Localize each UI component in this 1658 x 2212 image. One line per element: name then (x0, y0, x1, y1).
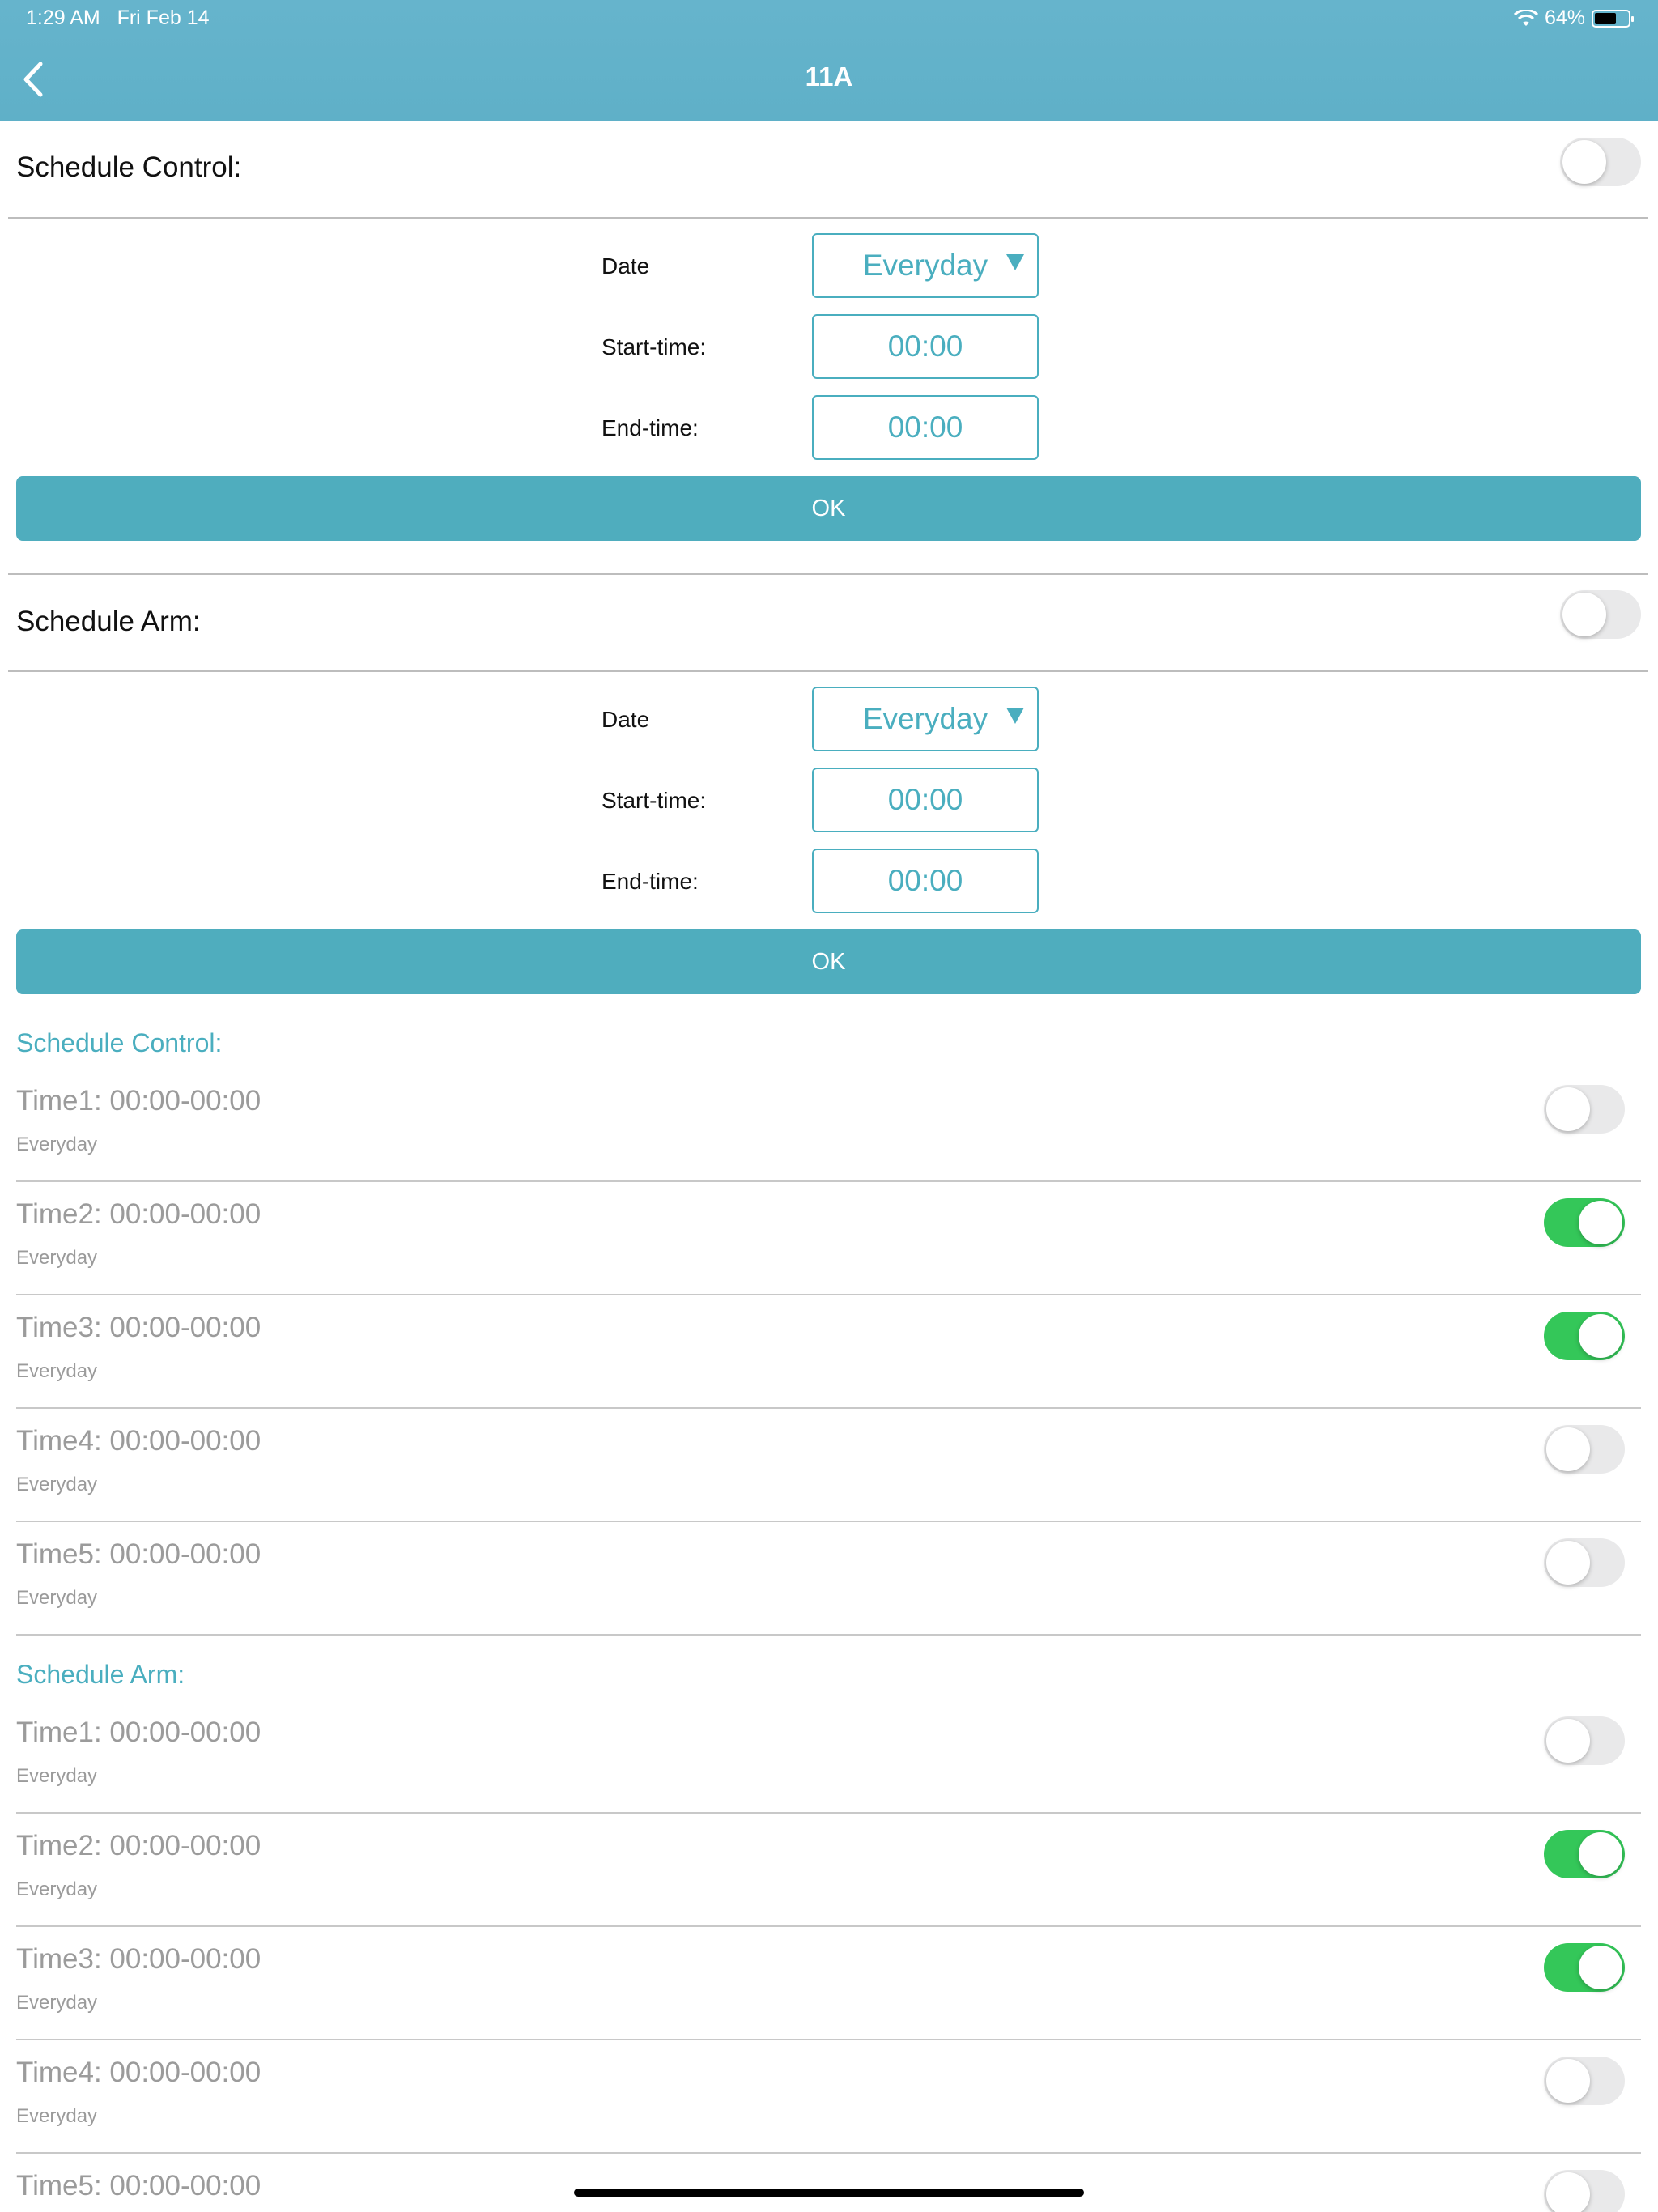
divider (16, 1407, 1641, 1409)
time-title: Time3: 00:00-00:00 (16, 1943, 261, 1975)
divider (8, 670, 1648, 672)
time-title: Time2: 00:00-00:00 (16, 1198, 261, 1230)
status-right: 64% (1513, 6, 1634, 30)
divider (16, 1294, 1641, 1295)
schedule-control-label: Schedule Control: (16, 151, 242, 183)
arm-time1-toggle[interactable] (1544, 1716, 1625, 1765)
start-time-label: Start-time: (602, 788, 707, 813)
time-repeat: Everyday (16, 2105, 98, 2127)
time4-toggle[interactable] (1544, 1425, 1625, 1474)
time-repeat: Everyday (16, 1474, 98, 1495)
divider (8, 217, 1648, 219)
time-title: Time4: 00:00-00:00 (16, 1425, 261, 1457)
status-date: Fri Feb 14 (117, 6, 210, 29)
end-time-value: 00:00 (887, 410, 963, 444)
divider (16, 1925, 1641, 1927)
time-repeat: Everyday (16, 1360, 98, 1382)
time-repeat: Everyday (16, 1765, 98, 1787)
arm-time2-toggle[interactable] (1544, 1830, 1625, 1878)
start-time-value: 00:00 (887, 330, 963, 363)
ok-button[interactable]: OK (16, 476, 1641, 541)
schedule-arm-list-heading: Schedule Arm: (16, 1660, 185, 1689)
time2-toggle[interactable] (1544, 1198, 1625, 1247)
divider (16, 2039, 1641, 2040)
schedule-arm-label: Schedule Arm: (16, 606, 201, 637)
time-title: Time1: 00:00-00:00 (16, 1085, 261, 1117)
status-clock: 1:29 AM (26, 6, 100, 29)
arm-time3-toggle[interactable] (1544, 1943, 1625, 1992)
time-repeat: Everyday (16, 1878, 98, 1900)
date-select[interactable]: Everyday (812, 233, 1039, 298)
end-time-value: 00:00 (887, 864, 963, 897)
schedule-control-toggle[interactable] (1560, 138, 1641, 186)
home-indicator (574, 2189, 1084, 2197)
arm-time5-toggle[interactable] (1544, 2170, 1625, 2212)
status-time: 1:29 AM Fri Feb 14 (26, 6, 210, 30)
nav-header: 1:29 AM Fri Feb 14 64% 11A (0, 0, 1658, 121)
battery-icon (1592, 9, 1634, 28)
start-time-field[interactable]: 00:00 (812, 768, 1039, 832)
time-title: Time3: 00:00-00:00 (16, 1312, 261, 1343)
time-repeat: Everyday (16, 1992, 98, 2014)
arm-time4-toggle[interactable] (1544, 2057, 1625, 2105)
time-repeat: Everyday (16, 1247, 98, 1269)
page-title: 11A (805, 62, 853, 91)
time-repeat: Everyday (16, 1587, 98, 1609)
time-title: Time5: 00:00-00:00 (16, 1538, 261, 1570)
start-time-label: Start-time: (602, 334, 707, 359)
date-value: Everyday (862, 702, 988, 735)
battery-percent: 64% (1544, 6, 1585, 29)
divider (16, 1812, 1641, 1814)
time-title: Time5: 00:00-00:00 (16, 2170, 261, 2201)
schedule-control-row: Schedule Control: (0, 121, 1658, 218)
caret-down-icon (1006, 708, 1024, 724)
end-time-label: End-time: (602, 415, 699, 440)
ok-button[interactable]: OK (16, 929, 1641, 994)
caret-down-icon (1006, 254, 1024, 270)
end-time-field[interactable]: 00:00 (812, 849, 1039, 913)
divider (16, 1180, 1641, 1182)
date-label: Date (602, 253, 650, 279)
start-time-field[interactable]: 00:00 (812, 314, 1039, 379)
date-value: Everyday (862, 249, 988, 282)
schedule-control-list-heading: Schedule Control: (16, 1028, 223, 1057)
date-select[interactable]: Everyday (812, 687, 1039, 751)
time1-toggle[interactable] (1544, 1085, 1625, 1134)
divider (16, 1634, 1641, 1636)
end-time-field[interactable]: 00:00 (812, 395, 1039, 460)
time-title: Time2: 00:00-00:00 (16, 1830, 261, 1861)
start-time-value: 00:00 (887, 783, 963, 816)
date-label: Date (602, 707, 650, 732)
time3-toggle[interactable] (1544, 1312, 1625, 1360)
time-repeat: Everyday (16, 1134, 98, 1155)
schedule-arm-toggle[interactable] (1560, 590, 1641, 639)
schedule-page: 1:29 AM Fri Feb 14 64% 11A Schedule Cont… (0, 0, 1658, 2212)
time-title: Time1: 00:00-00:00 (16, 1716, 261, 1748)
divider (16, 1521, 1641, 1522)
schedule-arm-row: Schedule Arm: (0, 575, 1658, 670)
time5-toggle[interactable] (1544, 1538, 1625, 1587)
time-title: Time4: 00:00-00:00 (16, 2057, 261, 2088)
end-time-label: End-time: (602, 869, 699, 894)
wifi-icon (1513, 9, 1538, 26)
divider (16, 2152, 1641, 2154)
